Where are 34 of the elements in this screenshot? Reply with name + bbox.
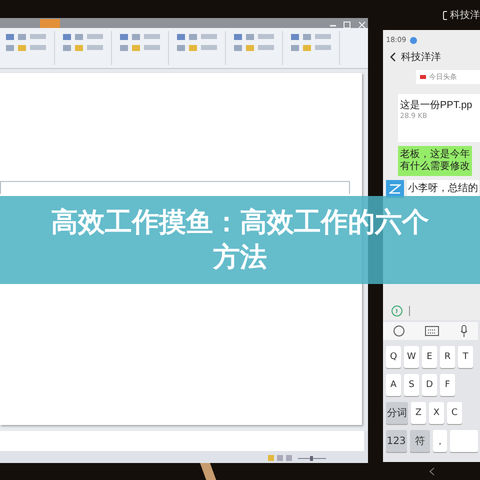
keyboard-key[interactable]: T: [458, 346, 473, 368]
keyboard-key[interactable]: D: [422, 374, 437, 396]
keyboard-key[interactable]: F: [440, 374, 455, 396]
wooden-stick-drawing: [200, 463, 218, 480]
back-icon[interactable]: [390, 52, 396, 62]
keyboard-key[interactable]: R: [440, 346, 455, 368]
keyboard-key[interactable]: ，: [433, 430, 448, 452]
microphone-icon[interactable]: [460, 325, 468, 337]
news-icon: [420, 75, 426, 79]
emoji-icon[interactable]: [393, 325, 406, 337]
keyboard-key[interactable]: Z: [411, 402, 426, 424]
keyboard-key[interactable]: X: [429, 402, 444, 424]
device-label: 科技洋: [450, 8, 480, 22]
keyboard-key[interactable]: A: [386, 374, 401, 396]
article-title: 高效工作摸鱼：高效工作的六个方法: [50, 206, 430, 275]
keyboard-key[interactable]: C: [447, 402, 462, 424]
window-controls-icon[interactable]: [328, 20, 368, 28]
zoom-controls-icon[interactable]: [268, 454, 328, 462]
keyboard-key[interactable]: S: [404, 374, 419, 396]
keyboard-key[interactable]: 分词: [386, 402, 408, 424]
received-message: 小李呀，总结的: [407, 180, 479, 196]
keyboard-key[interactable]: 123: [386, 430, 407, 452]
sent-message: 老板，这是今年有什么需要修改: [398, 146, 472, 176]
file-name: 这是一份PPT.pp: [400, 98, 474, 112]
keyboard-key[interactable]: Q: [386, 346, 401, 368]
keyboard-key[interactable]: W: [404, 346, 419, 368]
phone-icon: [443, 10, 447, 20]
nav-back-icon[interactable]: [428, 466, 434, 476]
notification-icon: [410, 36, 418, 44]
keyboard-key[interactable]: E: [422, 346, 437, 368]
keyboard-key[interactable]: 符: [410, 430, 430, 452]
voice-icon[interactable]: [391, 305, 403, 317]
chat-title: 科技洋洋: [401, 50, 441, 64]
keyboard-icon[interactable]: [425, 326, 440, 336]
